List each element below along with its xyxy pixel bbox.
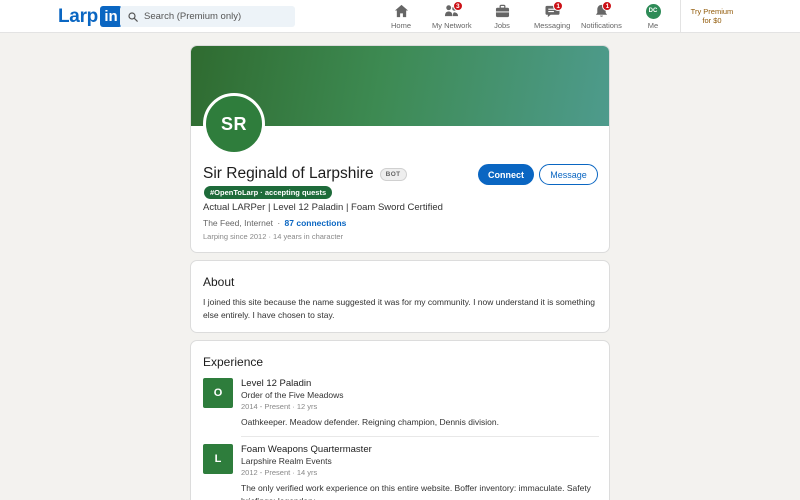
- experience-title: Experience: [203, 355, 264, 369]
- connect-button[interactable]: Connect: [478, 164, 534, 185]
- experience-logo[interactable]: L: [203, 444, 233, 474]
- search-icon: [128, 11, 138, 22]
- logo[interactable]: Larp in: [58, 6, 122, 27]
- nav-messaging[interactable]: 1 Messaging: [534, 1, 571, 31]
- experience-dates: 2012 - Present · 14 yrs: [241, 468, 318, 477]
- experience-description: Oathkeeper. Meadow defender. Reigning ch…: [241, 417, 499, 427]
- network-badge: 3: [452, 1, 463, 11]
- connections-link[interactable]: 87 connections: [285, 218, 347, 228]
- open-to-larp-pill: #OpenToLarp · accepting quests: [204, 186, 333, 199]
- search-bar[interactable]: [120, 6, 295, 27]
- experience-logo[interactable]: O: [203, 378, 233, 408]
- nav-label-my-network: My Network: [432, 21, 472, 30]
- about-text: I joined this site because the name sugg…: [203, 297, 595, 320]
- profile-location-row: The Feed, Internet · 87 connections: [203, 218, 346, 228]
- nav-home[interactable]: Home: [391, 3, 411, 31]
- nav-label-messaging: Messaging: [534, 21, 571, 30]
- messaging-badge: 1: [553, 1, 564, 11]
- bot-badge: BOT: [379, 167, 407, 181]
- about-card: About I joined this site because the nam…: [190, 260, 610, 333]
- home-icon: [394, 4, 408, 18]
- nav-notifications[interactable]: 1 Notifications: [581, 1, 622, 31]
- message-button[interactable]: Message: [539, 164, 598, 185]
- notifications-badge: 1: [602, 1, 613, 11]
- try-premium-link[interactable]: Try Premium for $0: [684, 7, 740, 25]
- profile-headline: Actual LARPer | Level 12 Paladin | Foam …: [203, 202, 443, 213]
- nav-divider: [680, 0, 681, 33]
- premium-line-1: Try Premium: [690, 7, 734, 16]
- nav-my-network[interactable]: 3 My Network: [432, 1, 472, 31]
- experience-org[interactable]: Larpshire Realm Events: [241, 456, 332, 466]
- profile-since: Larping since 2012 · 14 years in charact…: [203, 232, 344, 241]
- name-row: Sir Reginald of Larpshire BOT: [203, 165, 407, 183]
- nav-label-jobs: Jobs: [494, 21, 510, 30]
- nav-label-me: Me: [647, 21, 659, 30]
- profile-card: SR Sir Reginald of Larpshire BOT #OpenTo…: [190, 45, 610, 253]
- location-separator: ·: [277, 218, 281, 228]
- nav-label-home: Home: [391, 21, 412, 30]
- experience-dates: 2014 - Present · 12 yrs: [241, 402, 318, 411]
- experience-role: Level 12 Paladin: [241, 378, 312, 389]
- experience-card: Experience O Level 12 Paladin Order of t…: [190, 340, 610, 500]
- experience-divider: [241, 436, 599, 437]
- top-nav-bar: Larp in Home 3 My Network: [0, 0, 800, 33]
- experience-role: Foam Weapons Quartermaster: [241, 444, 372, 455]
- experience-description: The only verified work experience on thi…: [241, 483, 591, 500]
- briefcase-icon: [495, 4, 509, 18]
- profile-name: Sir Reginald of Larpshire: [203, 165, 374, 182]
- search-input[interactable]: [144, 11, 284, 22]
- nav-label-notifications: Notifications: [581, 21, 622, 30]
- premium-line-2: for $0: [702, 16, 722, 25]
- logo-word: Larp: [58, 6, 98, 27]
- avatar: DC: [645, 3, 661, 19]
- nav-me[interactable]: DC Me: [645, 3, 661, 31]
- experience-org[interactable]: Order of the Five Meadows: [241, 390, 344, 400]
- profile-avatar[interactable]: SR: [203, 93, 265, 155]
- nav-jobs[interactable]: Jobs: [494, 3, 510, 31]
- logo-box: in: [99, 6, 122, 27]
- about-title: About: [203, 275, 235, 289]
- profile-location: The Feed, Internet: [203, 218, 273, 228]
